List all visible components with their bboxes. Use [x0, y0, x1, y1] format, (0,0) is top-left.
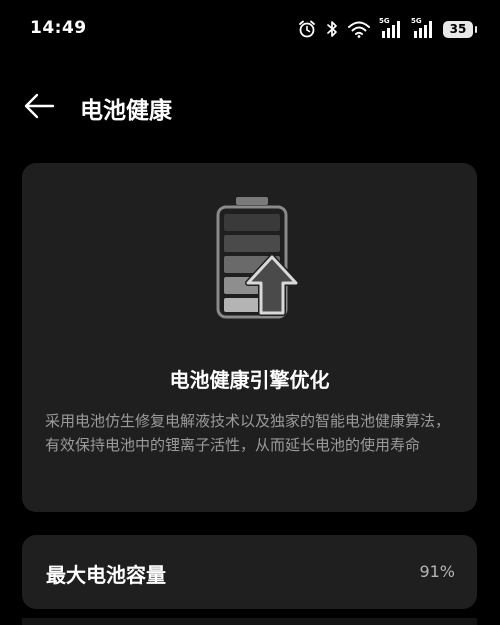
status-icons: 5G 5G 35: [297, 17, 477, 41]
max-capacity-row: 最大电池容量 91%: [22, 535, 477, 609]
max-capacity-value: 91%: [419, 562, 455, 581]
alarm-icon: [297, 19, 317, 39]
back-button[interactable]: [22, 92, 56, 120]
battery-optimization-card: 电池健康引擎优化 采用电池仿生修复电解液技术以及独家的智能电池健康算法，有效保持…: [22, 163, 477, 512]
network-type-label: 5G: [411, 17, 422, 25]
max-capacity-label: 最大电池容量: [46, 563, 166, 587]
network-type-label: 5G: [379, 17, 390, 25]
signal-5g-icon: 5G: [411, 17, 435, 39]
wifi-icon: [347, 19, 371, 39]
next-card-edge: [22, 618, 477, 625]
page-title: 电池健康: [80, 98, 172, 124]
app-header: 电池健康: [0, 80, 500, 132]
card-description: 采用电池仿生修复电解液技术以及独家的智能电池健康算法，有效保持电池中的锂离子活性…: [45, 412, 451, 454]
battery-icon: 35: [443, 20, 477, 38]
card-title: 电池健康引擎优化: [169, 368, 330, 392]
status-time: 14:49: [30, 18, 87, 38]
bluetooth-icon: [325, 19, 339, 39]
status-bar: 14:49 5G 5G 35: [0, 0, 500, 58]
back-arrow-icon: [24, 93, 55, 119]
battery-upgrade-icon: [216, 197, 299, 319]
signal-5g-icon: 5G: [379, 17, 403, 39]
